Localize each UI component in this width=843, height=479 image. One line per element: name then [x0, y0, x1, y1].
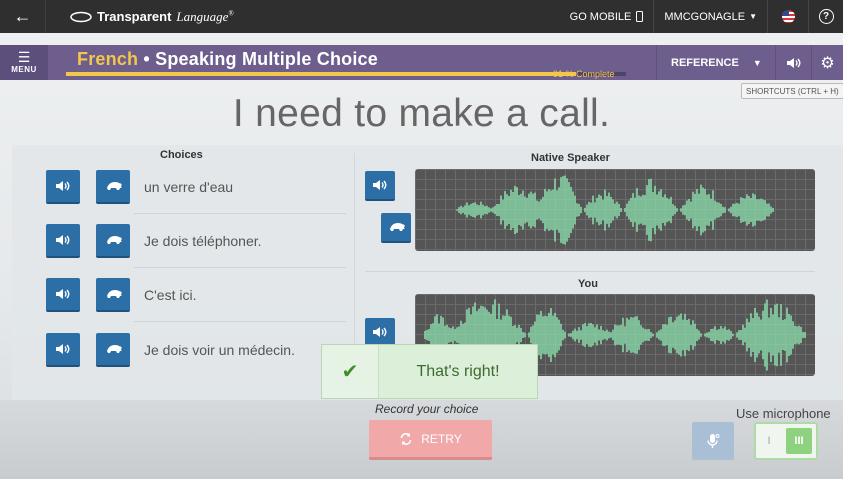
- user-name: MMCGONAGLE: [664, 10, 746, 23]
- feedback-toast: ✔ That's right!: [321, 344, 538, 399]
- activity-language: French: [77, 49, 139, 69]
- help-button[interactable]: ?: [809, 0, 843, 33]
- speaker-icon: [373, 327, 387, 337]
- progress-text: 91 % Complete: [553, 69, 615, 79]
- toggle-off[interactable]: I: [756, 424, 782, 458]
- play-choice-button[interactable]: [46, 333, 80, 367]
- turtle-icon: [105, 182, 122, 190]
- you-heading: You: [578, 278, 598, 290]
- logo-brand: Transparent: [97, 9, 172, 24]
- choice-text[interactable]: un verre d'eau: [144, 179, 233, 195]
- menu-button[interactable]: ☰ MENU: [0, 45, 48, 80]
- back-button[interactable]: ←: [0, 0, 46, 33]
- choice-text[interactable]: Je dois voir un médecin.: [144, 342, 295, 358]
- go-mobile-label: GO MOBILE: [569, 10, 632, 23]
- play-slow-choice-button[interactable]: [96, 170, 130, 204]
- choice-text[interactable]: C'est ici.: [144, 287, 196, 303]
- us-flag-icon: [781, 10, 795, 23]
- choice-item: un verre d'eau: [46, 168, 346, 206]
- play-slow-choice-button[interactable]: [96, 224, 130, 258]
- turtle-icon: [388, 223, 405, 231]
- language-flag-button[interactable]: [768, 0, 808, 33]
- activity-bar: ☰ MENU French • Speaking Multiple Choice…: [0, 45, 843, 80]
- speaker-icon: [56, 235, 70, 245]
- retry-button[interactable]: RETRY: [369, 420, 492, 460]
- activity-name: Speaking Multiple Choice: [155, 49, 378, 69]
- feedback-message: That's right!: [379, 345, 537, 398]
- choice-item: Je dois téléphoner.: [46, 222, 346, 260]
- user-menu[interactable]: MMCGONAGLE ▼: [654, 11, 767, 23]
- audio-settings-button[interactable]: [775, 45, 811, 80]
- speaker-icon: [56, 344, 70, 354]
- speaker-icon: [56, 181, 70, 191]
- choice-item: C'est ici.: [46, 276, 346, 314]
- retry-label: RETRY: [421, 431, 462, 446]
- menu-label: MENU: [11, 65, 37, 74]
- divider: [365, 271, 815, 272]
- checkmark-icon: ✔: [322, 345, 379, 398]
- record-label: Record your choice: [375, 402, 479, 416]
- choice-text[interactable]: Je dois téléphoner.: [144, 233, 262, 249]
- arrow-left-icon: ←: [13, 6, 32, 26]
- play-native-button[interactable]: [365, 171, 395, 201]
- phone-icon: [636, 11, 644, 22]
- native-waveform: [415, 169, 815, 251]
- title-separator: •: [138, 49, 156, 69]
- native-speaker-heading: Native Speaker: [531, 152, 610, 164]
- divider: [134, 321, 346, 322]
- gear-icon: ⚙: [820, 54, 835, 72]
- turtle-icon: [105, 290, 122, 298]
- activity-title: French • Speaking Multiple Choice: [77, 49, 378, 70]
- divider: [134, 267, 346, 268]
- speaker-icon: [56, 289, 70, 299]
- settings-button[interactable]: ⚙: [811, 45, 843, 80]
- microphone-icon: [707, 434, 720, 448]
- hamburger-icon: ☰: [17, 49, 31, 65]
- microphone-button[interactable]: [692, 422, 734, 460]
- speaker-icon: [373, 180, 387, 190]
- go-mobile-link[interactable]: GO MOBILE: [560, 11, 654, 23]
- caret-down-icon: ▼: [752, 57, 762, 68]
- use-microphone-label: Use microphone: [736, 406, 831, 421]
- prompt-text: I need to make a call.: [232, 92, 611, 135]
- reference-label: REFERENCE: [671, 56, 739, 69]
- play-choice-button[interactable]: [46, 224, 80, 258]
- refresh-icon: [400, 432, 412, 445]
- help-icon: ?: [818, 9, 834, 24]
- turtle-icon: [105, 236, 122, 244]
- play-choice-button[interactable]: [46, 170, 80, 204]
- progress-bar: [66, 72, 626, 76]
- play-choice-button[interactable]: [46, 278, 80, 312]
- turtle-icon: [105, 345, 122, 353]
- choice-item: Je dois voir un médecin.: [46, 331, 346, 369]
- top-bar: ← Transparent Language® GO MOBILE MMCGON…: [0, 0, 843, 33]
- play-slow-choice-button[interactable]: [96, 278, 130, 312]
- speaker-icon: [786, 57, 800, 68]
- play-slow-choice-button[interactable]: [96, 333, 130, 367]
- play-native-slow-button[interactable]: [381, 213, 411, 243]
- logo[interactable]: Transparent Language®: [70, 9, 234, 25]
- choices-heading: Choices: [160, 149, 203, 161]
- toggle-on[interactable]: III: [786, 428, 812, 454]
- progress-fill: [66, 72, 576, 76]
- logo-lang: Language®: [176, 8, 234, 24]
- caret-down-icon: ▼: [749, 12, 757, 21]
- divider: [134, 213, 346, 214]
- logo-mark-icon: [70, 11, 92, 22]
- microphone-toggle[interactable]: I III: [754, 422, 818, 460]
- reference-dropdown[interactable]: REFERENCE ▼: [656, 45, 775, 80]
